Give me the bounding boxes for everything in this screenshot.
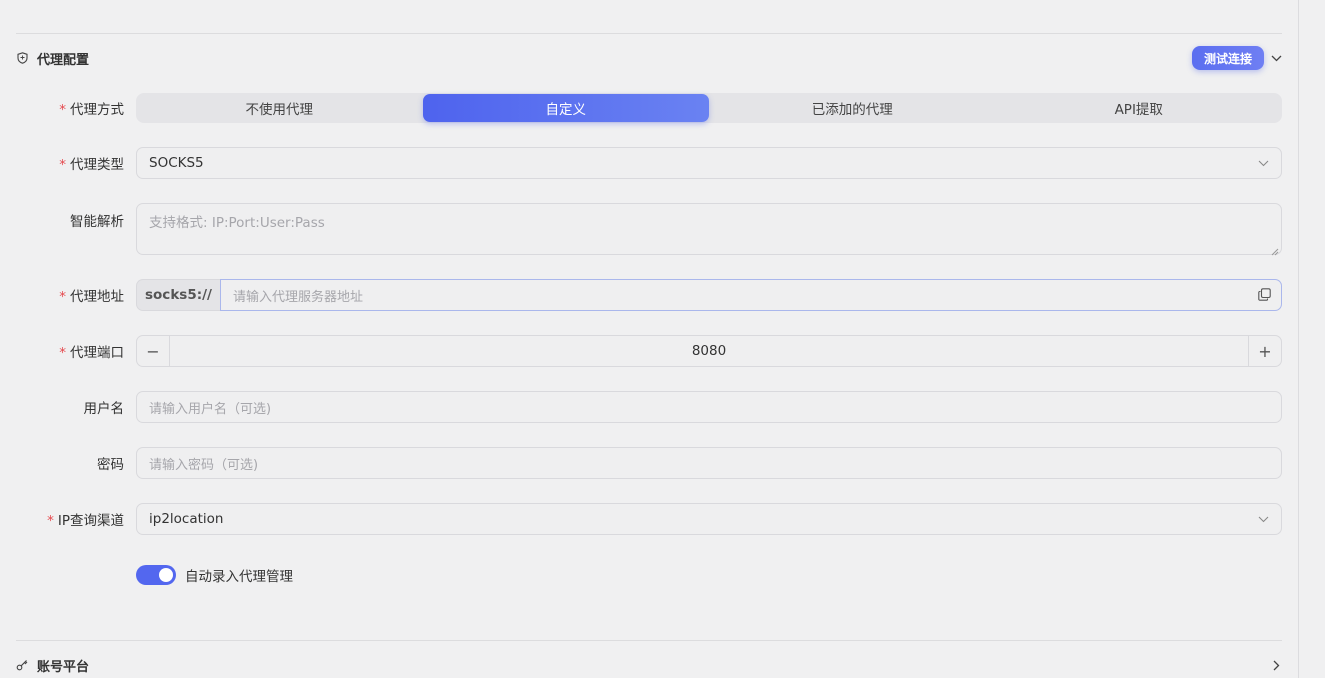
proxy-mode-option-none[interactable]: 不使用代理: [136, 94, 423, 122]
proxy-section-header[interactable]: 代理配置 测试连接: [16, 46, 1282, 70]
proxy-port-stepper: − 8080 +: [136, 335, 1282, 367]
proxy-port-label: * 代理端口: [59, 345, 124, 361]
proxy-address-prefix: socks5://: [136, 279, 220, 311]
username-placeholder: 请输入用户名（可选): [149, 401, 272, 417]
proxy-type-label: * 代理类型: [59, 157, 124, 173]
smart-parse-label: 智能解析: [70, 214, 124, 230]
account-section-title: 账号平台: [37, 659, 90, 675]
copy-icon[interactable]: [1258, 286, 1271, 305]
username-label: 用户名: [83, 401, 125, 417]
proxy-mode-option-custom[interactable]: 自定义: [422, 94, 709, 122]
resize-grip-icon[interactable]: [1271, 244, 1279, 256]
toggle-knob: [159, 568, 173, 582]
proxy-settings-page: 代理配置 测试连接 * 代理方式 不使用代理 自定义 已添加的代理 API提取 *…: [0, 0, 1325, 678]
proxy-mode-option-api[interactable]: API提取: [996, 94, 1283, 122]
port-increment-button[interactable]: +: [1248, 336, 1281, 366]
proxy-type-value: SOCKS5: [149, 155, 204, 171]
proxy-type-row: * 代理类型 SOCKS5: [16, 147, 1282, 179]
chevron-down-icon: [1258, 155, 1269, 171]
account-section-header[interactable]: 账号平台: [16, 653, 1282, 677]
proxy-port-row: * 代理端口 − 8080 +: [16, 335, 1282, 367]
shield-icon: [16, 52, 28, 64]
key-icon: [16, 659, 28, 671]
password-row: 密码 请输入密码（可选): [16, 447, 1282, 479]
port-decrement-button[interactable]: −: [137, 336, 170, 366]
bottom-divider: [16, 640, 1282, 641]
proxy-section-title: 代理配置: [37, 52, 90, 68]
top-divider: [16, 33, 1282, 34]
proxy-port-input[interactable]: 8080: [170, 336, 1248, 366]
proxy-address-placeholder: 请输入代理服务器地址: [233, 289, 364, 305]
username-row: 用户名 请输入用户名（可选): [16, 391, 1282, 423]
proxy-address-input[interactable]: 请输入代理服务器地址: [220, 279, 1282, 311]
proxy-type-select[interactable]: SOCKS5: [136, 147, 1282, 179]
proxy-address-row: * 代理地址 socks5:// 请输入代理服务器地址: [16, 279, 1282, 311]
ip-channel-label: * IP查询渠道: [47, 513, 124, 529]
username-input[interactable]: 请输入用户名（可选): [136, 391, 1282, 423]
password-placeholder: 请输入密码（可选): [149, 457, 259, 473]
proxy-address-label: * 代理地址: [59, 289, 124, 305]
chevron-down-icon: [1258, 511, 1269, 527]
proxy-mode-label: * 代理方式: [59, 102, 124, 118]
smart-parse-textarea[interactable]: 支持格式: IP:Port:User:Pass: [136, 203, 1282, 256]
smart-parse-placeholder: 支持格式: IP:Port:User:Pass: [149, 215, 325, 231]
auto-import-label: 自动录入代理管理: [185, 569, 293, 585]
proxy-mode-row: * 代理方式 不使用代理 自定义 已添加的代理 API提取: [16, 93, 1282, 123]
proxy-mode-option-saved[interactable]: 已添加的代理: [709, 94, 996, 122]
password-label: 密码: [97, 457, 124, 473]
chevron-down-icon[interactable]: [1270, 52, 1282, 64]
ip-channel-value: ip2location: [149, 511, 224, 527]
auto-import-row: 自动录入代理管理: [136, 565, 293, 585]
ip-channel-row: * IP查询渠道 ip2location: [16, 503, 1282, 535]
test-connection-button[interactable]: 测试连接: [1191, 46, 1264, 70]
chevron-right-icon[interactable]: [1270, 659, 1282, 671]
ip-channel-select[interactable]: ip2location: [136, 503, 1282, 535]
password-input[interactable]: 请输入密码（可选): [136, 447, 1282, 479]
scrollbar-track[interactable]: [1298, 0, 1299, 678]
smart-parse-row: 智能解析 支持格式: IP:Port:User:Pass: [16, 203, 1282, 256]
auto-import-toggle[interactable]: [136, 565, 176, 585]
proxy-mode-segmented: 不使用代理 自定义 已添加的代理 API提取: [136, 93, 1282, 123]
